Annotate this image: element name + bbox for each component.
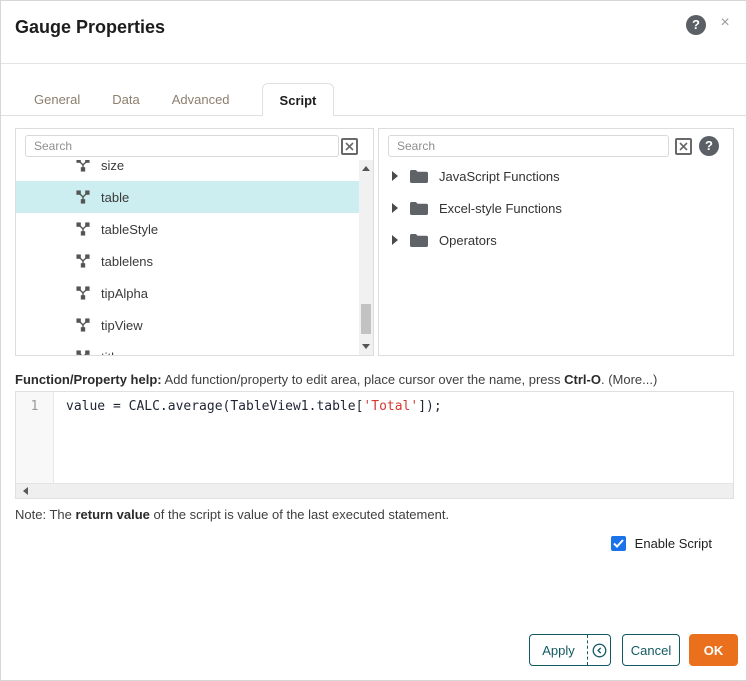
scroll-up-icon[interactable] (362, 166, 370, 171)
list-item-label: tipAlpha (101, 285, 148, 301)
script-editor[interactable]: 1 value = CALC.average(TableView1.table[… (15, 391, 734, 499)
help-bold-prefix: Function/Property help: (15, 372, 162, 387)
chevron-right-icon[interactable] (392, 171, 398, 181)
list-item-label: tablelens (101, 253, 154, 269)
list-item-label: title (101, 350, 121, 356)
functions-help-icon[interactable]: ? (699, 136, 719, 156)
tab-data[interactable]: Data (112, 83, 139, 115)
scrollbar-thumb[interactable] (361, 304, 371, 334)
gauge-properties-dialog: Gauge Properties ? × General Data Advanc… (0, 0, 747, 681)
property-icon (76, 286, 90, 300)
note-prefix: Note: The (15, 507, 76, 522)
help-shortcut: Ctrl-O (564, 372, 601, 387)
folder-icon (410, 169, 428, 183)
list-item[interactable]: tipAlpha (16, 277, 359, 309)
cancel-button[interactable]: Cancel (622, 634, 680, 666)
properties-list: size table tableStyle tablelens tipAlpha (16, 160, 359, 355)
note-text: Note: The return value of the script is … (15, 507, 449, 522)
line-number: 1 (30, 399, 39, 414)
help-text: Add function/property to edit area, plac… (161, 372, 565, 387)
tree-item-excel-style-functions[interactable]: Excel-style Functions (379, 192, 733, 224)
tree-item-operators[interactable]: Operators (379, 224, 733, 256)
close-icon[interactable]: × (715, 13, 735, 33)
note-suffix: of the script is value of the last execu… (149, 507, 450, 522)
folder-icon (410, 233, 428, 247)
horizontal-scrollbar[interactable] (16, 483, 733, 498)
list-item[interactable]: tablelens (16, 245, 359, 277)
page-title: Gauge Properties (15, 17, 166, 37)
list-item[interactable]: tipView (16, 309, 359, 341)
enable-script-checkbox[interactable] (610, 536, 626, 551)
property-icon (76, 160, 90, 172)
tree-item-label: JavaScript Functions (439, 168, 560, 184)
help-icon[interactable]: ? (686, 15, 706, 35)
properties-search-input[interactable] (25, 135, 339, 157)
list-item[interactable]: title (16, 341, 359, 355)
chevron-right-icon[interactable] (392, 235, 398, 245)
enable-script-row: Enable Script (610, 536, 712, 551)
clear-search-icon[interactable] (675, 138, 692, 155)
ok-button[interactable]: OK (689, 634, 738, 666)
enable-script-label: Enable Script (634, 536, 712, 551)
tab-bar: General Data Advanced Script (1, 83, 746, 116)
check-icon (612, 539, 624, 548)
code-segment: ]); (418, 399, 442, 414)
tree-item-javascript-functions[interactable]: JavaScript Functions (379, 160, 733, 192)
property-icon (76, 350, 90, 355)
tab-general[interactable]: General (34, 83, 80, 115)
list-item-label: tipView (101, 317, 143, 333)
list-item-selected[interactable]: table (16, 181, 359, 213)
functions-search-input[interactable] (388, 135, 669, 157)
property-icon (76, 318, 90, 332)
list-item-label: table (101, 189, 130, 205)
folder-icon (410, 201, 428, 215)
header-divider (1, 63, 746, 64)
list-item-label: tableStyle (101, 221, 159, 237)
list-item[interactable]: tableStyle (16, 213, 359, 245)
apply-history-icon[interactable] (588, 635, 610, 665)
apply-button[interactable]: Apply (530, 635, 588, 665)
property-icon (76, 254, 90, 268)
functions-tree: JavaScript Functions Excel-style Functio… (379, 160, 733, 256)
tab-script[interactable]: Script (261, 83, 335, 116)
tree-item-label: Operators (439, 232, 497, 248)
chevron-right-icon[interactable] (392, 203, 398, 213)
scroll-left-icon[interactable] (23, 487, 28, 495)
tree-item-label: Excel-style Functions (439, 200, 562, 216)
list-item-label: size (101, 160, 125, 173)
code-string-literal: 'Total' (363, 399, 419, 414)
editor-gutter: 1 (16, 392, 54, 483)
properties-panel: size table tableStyle tablelens tipAlpha (15, 128, 374, 356)
apply-split-button: Apply (529, 634, 611, 666)
clear-search-icon[interactable] (341, 138, 358, 155)
functions-panel: ? JavaScript Functions Excel-style Funct… (378, 128, 734, 356)
note-bold: return value (75, 507, 150, 522)
code-line[interactable]: value = CALC.average(TableView1.table['T… (66, 399, 442, 414)
list-item[interactable]: size (16, 160, 359, 181)
function-property-help-text: Function/Property help: Add function/pro… (15, 372, 657, 387)
tab-advanced[interactable]: Advanced (172, 83, 230, 115)
property-icon (76, 190, 90, 204)
code-segment: value = CALC.average(TableView1.table[ (66, 399, 364, 414)
property-icon (76, 222, 90, 236)
more-link[interactable]: (More...) (608, 372, 657, 387)
vertical-scrollbar[interactable] (359, 160, 373, 355)
scroll-down-icon[interactable] (362, 344, 370, 349)
